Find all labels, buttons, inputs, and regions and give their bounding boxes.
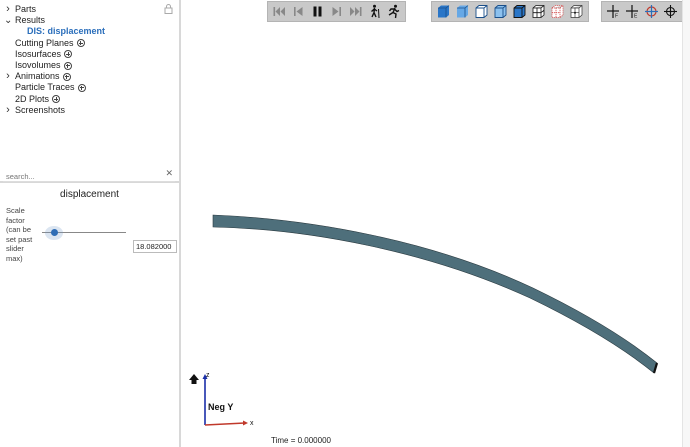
beam-body [212, 214, 658, 374]
model-tree: › Parts ⌄ Results DIS: displacement Cutting P… [4, 3, 105, 116]
tree-item[interactable]: Isosurfaces [4, 49, 105, 60]
axis-triad: z x Neg Y [189, 372, 254, 427]
add-icon[interactable] [64, 50, 73, 59]
add-icon[interactable] [62, 72, 71, 81]
x-axis-arrow [243, 420, 248, 426]
app: › Parts ⌄ Results DIS: displacement Cutting P… [0, 0, 690, 447]
chevron-right-icon[interactable]: › [4, 104, 12, 116]
chevron-right-icon[interactable]: › [4, 3, 12, 15]
clear-search-icon[interactable]: ✕ [165, 168, 173, 179]
tree-item[interactable]: Cutting Planes [4, 38, 105, 49]
tree-item-label: Isovolumes [15, 59, 61, 70]
properties-title: displacement [60, 189, 119, 200]
tree-item-label: 2D Plots [15, 93, 50, 104]
tree-item[interactable]: DIS: displacement [4, 26, 105, 37]
viewport-right-edge [682, 0, 690, 447]
tree-item-label: DIS: displacement [27, 26, 106, 37]
scale-factor-input[interactable]: 18.082000 [133, 240, 177, 253]
time-label: Time = 0.000000 [271, 436, 331, 445]
3d-viewport[interactable]: F E z x Neg Y Time = 0.000000 [181, 0, 690, 447]
tree-item[interactable]: ⌄ Results [4, 15, 105, 26]
home-view-icon[interactable] [189, 374, 199, 384]
tree-item[interactable]: › Screenshots [4, 104, 105, 116]
add-icon[interactable] [76, 39, 85, 48]
add-icon[interactable] [77, 83, 86, 92]
tree-item-label: Results [15, 15, 46, 26]
tree-item-label: Particle Traces [15, 82, 75, 93]
x-axis-label: x [250, 420, 254, 427]
tree-item-label: Isosurfaces [15, 48, 62, 59]
tree-item[interactable]: › Parts [4, 3, 105, 15]
tree-item-label: Animations [15, 71, 60, 82]
tree-item[interactable]: › Animations [4, 70, 105, 82]
chevron-down-icon[interactable]: ⌄ [4, 15, 12, 25]
properties-panel: displacement Scale factor (can be set pa… [0, 185, 179, 447]
tree-item[interactable]: Isovolumes [4, 60, 105, 71]
search-input[interactable] [3, 169, 153, 184]
x-axis [204, 422, 246, 426]
tree-item[interactable]: Particle Traces [4, 82, 105, 93]
view-direction-label: Neg Y [208, 402, 233, 412]
tree-item-label: Cutting Planes [15, 37, 74, 48]
scale-factor-label: Scale factor (can be set past slider max… [6, 206, 33, 263]
tree-item-label: Parts [15, 4, 37, 14]
z-axis-label: z [206, 372, 210, 379]
left-panel: › Parts ⌄ Results DIS: displacement Cutting P… [0, 0, 181, 447]
tree-item-label: Screenshots [15, 104, 66, 115]
model-tree-panel: › Parts ⌄ Results DIS: displacement Cutting P… [0, 0, 179, 184]
lock-icon[interactable] [164, 4, 173, 14]
search-bar: ✕ [3, 166, 175, 184]
add-icon[interactable] [52, 95, 61, 104]
tree-item[interactable]: 2D Plots [4, 94, 105, 105]
add-icon[interactable] [63, 61, 72, 70]
chevron-right-icon[interactable]: › [4, 70, 12, 82]
scale-factor-slider-thumb[interactable] [51, 229, 58, 236]
